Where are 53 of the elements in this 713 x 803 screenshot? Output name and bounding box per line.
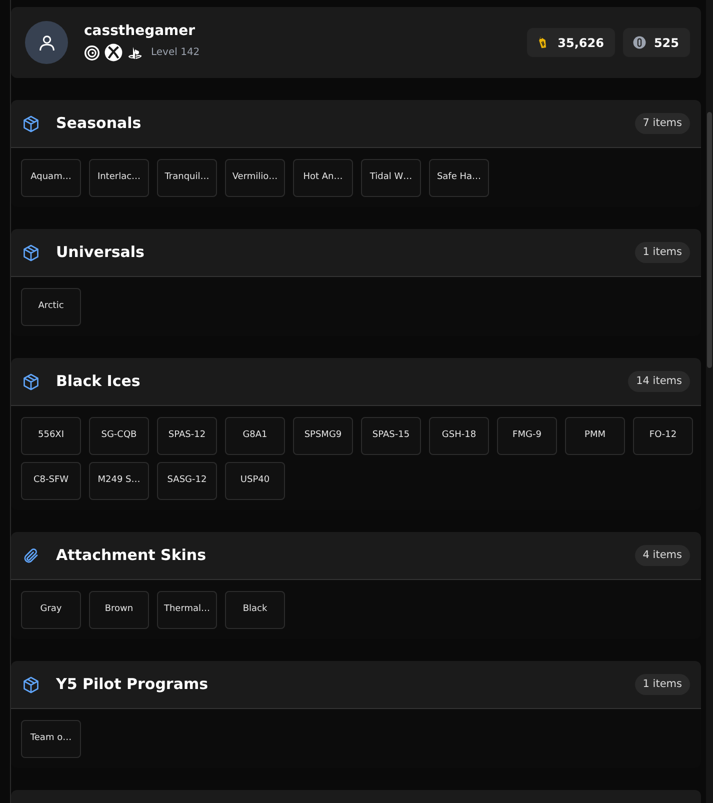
item-tile[interactable]: G8A1 (225, 417, 285, 455)
item-count: 1 items (634, 242, 690, 264)
item-tile[interactable]: Tidal W… (361, 159, 421, 197)
scrollbar-thumb[interactable] (707, 112, 712, 368)
item-tile[interactable]: Black (225, 591, 285, 629)
item-tile[interactable]: SASG-12 (157, 462, 217, 500)
item-count: 14 items (628, 370, 690, 392)
item-tile[interactable]: Safe Ha… (429, 159, 489, 197)
item-tile[interactable]: SG-CQB (89, 417, 149, 455)
item-tile[interactable]: FMG-9 (497, 417, 557, 455)
section-title: Attachment Skins (56, 545, 206, 566)
item-tile[interactable]: PMM (565, 417, 625, 455)
item-tile[interactable]: Hot An… (293, 159, 353, 197)
section-title: Y5 Pilot Programs (56, 674, 208, 696)
user-icon (36, 32, 56, 52)
box-icon (22, 114, 40, 132)
item-tile[interactable]: Gray (21, 591, 81, 629)
coin-icon (632, 35, 647, 50)
level-label: Level 142 (151, 46, 200, 60)
item-tile[interactable]: Aquam… (21, 159, 81, 197)
paperclip-icon (22, 546, 40, 564)
playstation-icon (127, 44, 143, 61)
item-tile[interactable]: Arctic (21, 288, 81, 326)
item-tile[interactable]: Vermilio… (225, 159, 285, 197)
currency-amount: 35,626 (558, 34, 604, 52)
scrollbar[interactable] (706, 0, 713, 803)
item-tile[interactable]: SPAS-15 (361, 417, 421, 455)
box-icon (22, 372, 40, 390)
item-tile[interactable]: Interlac… (89, 159, 149, 197)
box-icon (22, 676, 40, 694)
item-tile[interactable]: Team o… (21, 720, 81, 758)
swirl-icon (84, 44, 100, 61)
item-tile[interactable]: SPAS-12 (157, 417, 217, 455)
section-title: Seasonals (56, 113, 142, 134)
box-icon (22, 244, 40, 262)
item-tile[interactable]: Thermal… (157, 591, 217, 629)
currency-amount: 525 (654, 34, 679, 52)
item-count: 1 items (634, 674, 690, 696)
username: cassthegamer (84, 22, 196, 40)
item-tile[interactable]: FO-12 (633, 417, 693, 455)
item-tile[interactable]: SPSMG9 (293, 417, 353, 455)
item-count: 4 items (634, 544, 690, 566)
item-tile[interactable]: 556XI (21, 417, 81, 455)
item-tile[interactable]: GSH-18 (429, 417, 489, 455)
item-count: 7 items (634, 112, 690, 134)
item-tile[interactable]: Brown (89, 591, 149, 629)
item-tile[interactable]: M249 S… (89, 462, 149, 500)
section-title: Black Ices (56, 371, 140, 392)
item-tile[interactable]: USP40 (225, 462, 285, 500)
section-title: Universals (56, 242, 144, 264)
xbox-icon (104, 43, 123, 62)
item-tile[interactable]: C8-SFW (21, 462, 81, 500)
item-tile[interactable]: Tranquil… (157, 159, 217, 197)
